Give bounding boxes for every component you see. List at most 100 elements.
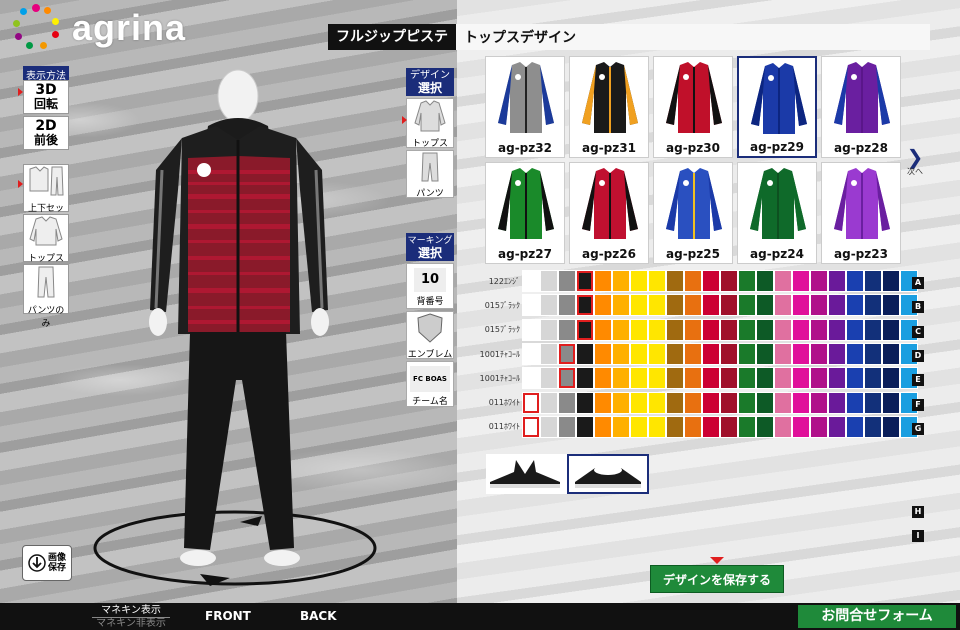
color-swatch[interactable] (882, 367, 900, 390)
design-card[interactable]: ag-pz32 (485, 56, 565, 158)
color-swatch[interactable] (594, 318, 612, 341)
color-swatch[interactable] (612, 270, 630, 293)
save-image-button[interactable]: 画像 保存 (22, 545, 72, 581)
color-swatch[interactable] (666, 318, 684, 341)
marking-team-name[interactable]: FC BOAS チーム名 (406, 361, 454, 407)
back-view-button[interactable]: BACK (300, 603, 337, 630)
color-swatch[interactable] (792, 343, 810, 366)
color-swatch[interactable] (666, 415, 684, 438)
color-swatch[interactable] (522, 367, 540, 390)
color-swatch[interactable] (630, 367, 648, 390)
design-select-tops[interactable]: トップス (406, 98, 454, 149)
color-swatch[interactable] (558, 294, 576, 317)
color-swatch[interactable] (810, 367, 828, 390)
color-swatch[interactable] (666, 343, 684, 366)
design-card[interactable]: ag-pz29 (737, 56, 817, 158)
color-swatch[interactable] (540, 318, 558, 341)
color-swatch[interactable] (630, 294, 648, 317)
color-swatch[interactable] (828, 270, 846, 293)
color-swatch[interactable] (810, 294, 828, 317)
set-option-top-bottom[interactable]: 上下セット (23, 164, 69, 227)
design-card[interactable]: ag-pz31 (569, 56, 649, 158)
color-swatch[interactable] (720, 391, 738, 414)
color-swatch[interactable] (720, 270, 738, 293)
color-swatch[interactable] (720, 294, 738, 317)
color-swatch[interactable] (558, 270, 576, 293)
color-swatch[interactable] (558, 415, 576, 438)
color-swatch[interactable] (594, 294, 612, 317)
color-swatch[interactable] (828, 367, 846, 390)
color-swatch[interactable] (828, 391, 846, 414)
marking-number[interactable]: 10 背番号 (406, 263, 454, 309)
color-swatch[interactable] (558, 318, 576, 341)
color-swatch[interactable] (666, 391, 684, 414)
view-3d-button[interactable]: 3D 回転 (23, 80, 69, 114)
color-swatch[interactable] (666, 270, 684, 293)
design-card[interactable]: ag-pz25 (653, 162, 733, 264)
color-swatch[interactable] (828, 318, 846, 341)
color-swatch[interactable] (612, 294, 630, 317)
mannequin-show-option[interactable]: マネキン表示 (92, 605, 170, 616)
color-swatch[interactable] (522, 391, 540, 414)
color-swatch[interactable] (738, 415, 756, 438)
design-card[interactable]: ag-pz23 (821, 162, 901, 264)
color-swatch[interactable] (648, 415, 666, 438)
color-swatch[interactable] (576, 318, 594, 341)
color-swatch[interactable] (522, 270, 540, 293)
color-swatch[interactable] (522, 318, 540, 341)
color-swatch[interactable] (540, 367, 558, 390)
color-swatch[interactable] (612, 318, 630, 341)
color-swatch[interactable] (756, 318, 774, 341)
design-card[interactable]: ag-pz24 (737, 162, 817, 264)
color-swatch[interactable] (882, 415, 900, 438)
color-swatch[interactable] (558, 367, 576, 390)
color-swatch[interactable] (702, 318, 720, 341)
color-swatch[interactable] (684, 391, 702, 414)
color-swatch[interactable] (684, 270, 702, 293)
color-swatch[interactable] (558, 391, 576, 414)
color-swatch[interactable] (756, 367, 774, 390)
color-swatch[interactable] (738, 318, 756, 341)
color-swatch[interactable] (702, 415, 720, 438)
color-swatch[interactable] (846, 270, 864, 293)
color-swatch[interactable] (846, 415, 864, 438)
color-swatch[interactable] (882, 343, 900, 366)
color-swatch[interactable] (774, 391, 792, 414)
color-swatch[interactable] (774, 343, 792, 366)
color-swatch[interactable] (828, 294, 846, 317)
design-card[interactable]: ag-pz30 (653, 56, 733, 158)
marking-emblem[interactable]: エンブレム (406, 311, 454, 360)
color-swatch[interactable] (864, 318, 882, 341)
color-swatch[interactable] (864, 294, 882, 317)
color-swatch[interactable] (522, 294, 540, 317)
collar-option-2[interactable] (567, 454, 649, 494)
color-swatch[interactable] (774, 294, 792, 317)
color-swatch[interactable] (540, 270, 558, 293)
color-swatch[interactable] (594, 391, 612, 414)
color-swatch[interactable] (720, 415, 738, 438)
color-swatch[interactable] (540, 343, 558, 366)
color-swatch[interactable] (576, 367, 594, 390)
color-swatch[interactable] (702, 391, 720, 414)
color-swatch[interactable] (594, 343, 612, 366)
color-swatch[interactable] (702, 294, 720, 317)
color-swatch[interactable] (648, 343, 666, 366)
color-swatch[interactable] (648, 318, 666, 341)
color-swatch[interactable] (864, 367, 882, 390)
color-swatch[interactable] (522, 343, 540, 366)
color-swatch[interactable] (576, 270, 594, 293)
design-card[interactable]: ag-pz28 (821, 56, 901, 158)
color-swatch[interactable] (648, 294, 666, 317)
color-swatch[interactable] (774, 270, 792, 293)
mannequin-3d-preview[interactable] (90, 60, 380, 590)
next-page-button[interactable]: ❯ 次へ (904, 147, 926, 177)
color-swatch[interactable] (864, 415, 882, 438)
color-swatch[interactable] (702, 343, 720, 366)
color-swatch[interactable] (756, 343, 774, 366)
color-swatch[interactable] (738, 343, 756, 366)
color-swatch[interactable] (792, 318, 810, 341)
color-swatch[interactable] (612, 343, 630, 366)
color-swatch[interactable] (738, 294, 756, 317)
color-swatch[interactable] (540, 391, 558, 414)
front-view-button[interactable]: FRONT (205, 603, 251, 630)
